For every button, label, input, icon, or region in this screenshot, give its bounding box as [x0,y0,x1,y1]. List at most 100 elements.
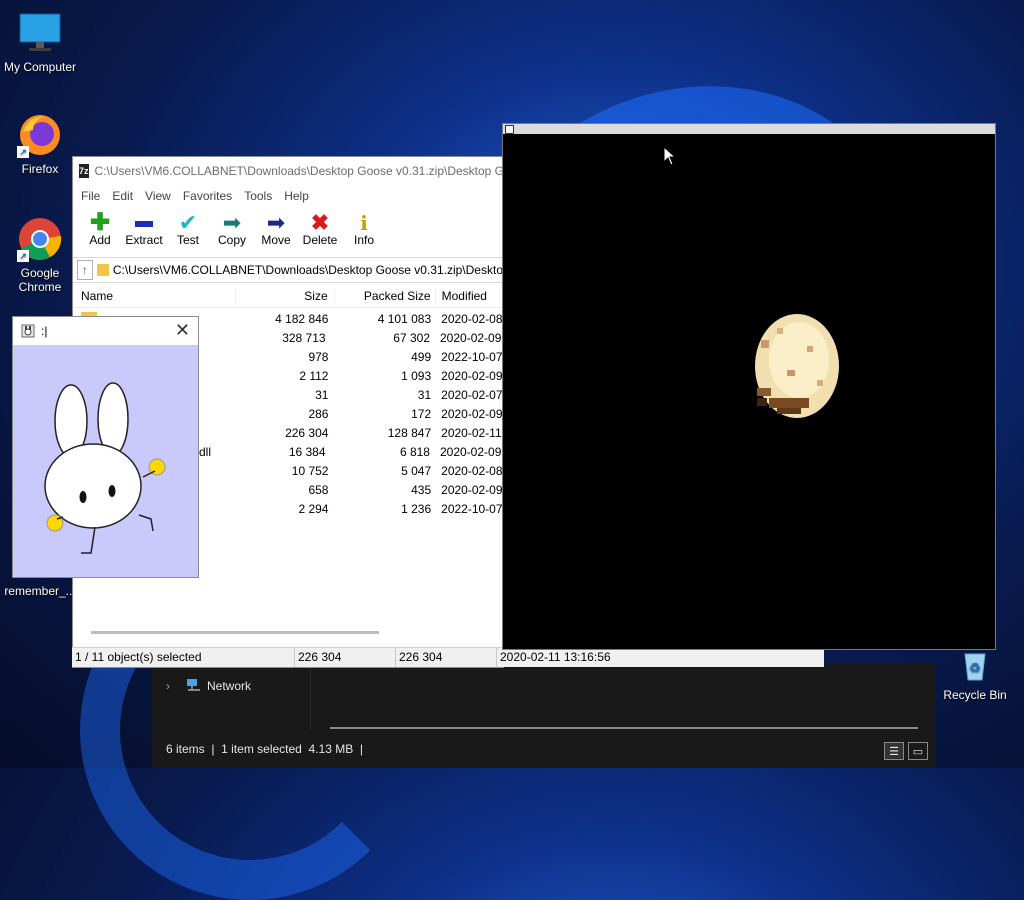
desktop-icon-label: Recycle Bin [943,688,1007,702]
file-size: 226 304 [285,425,329,440]
status-selection: 1 / 11 object(s) selected [72,648,295,667]
path-text: C:\Users\VM6.COLLABNET\Downloads\Desktop… [112,263,503,277]
shortcut-arrow-icon: ↗ [17,250,29,262]
sevenzip-status-bar: 1 / 11 object(s) selected 226 304 226 30… [72,647,824,667]
minus-icon [123,209,165,233]
chrome-icon: ↗ [17,216,63,262]
copy-arrow-icon: ➡ [222,210,242,235]
status-packed: 226 304 [396,648,497,667]
plus-icon: ✚ [89,209,111,236]
file-packed-size: 435 [411,482,432,497]
sevenzip-logo-icon: 7z [79,164,89,178]
menu-favorites[interactable]: Favorites [177,189,238,203]
desktop-icon-label: My Computer [3,60,77,74]
bunny-window[interactable]: :| ✕ [12,316,199,578]
firefox-icon: ↗ [17,112,63,158]
status-size: 226 304 [295,648,396,667]
file-packed-size: 128 847 [387,425,432,440]
bunny-drawing [43,381,173,564]
info-icon: i [360,211,368,235]
file-modified: 2020-02-08 [441,463,503,478]
file-modified: 2020-02-07 [441,387,503,402]
file-packed-size: 5 047 [401,463,432,478]
file-size: 978 [308,349,329,364]
move-button[interactable]: ➡ Move [255,207,297,257]
button-label: Move [261,233,291,247]
toolbar: ✚ Add Extract ✔ Test ➡ Copy ➡ Move ✖ Del… [73,207,503,258]
up-folder-icon[interactable]: ↑ [77,260,93,280]
file-packed-size: 172 [411,406,432,421]
goose-window[interactable] [502,123,996,650]
file-modified: 2020-02-09 [441,482,503,497]
button-label: Extract [125,233,163,247]
menu-bar: File Edit View Favorites Tools Help [73,185,503,207]
desktop-icon-chrome[interactable]: ↗ Google Chrome [0,216,80,294]
bunny-window-title-bar[interactable]: :| ✕ [13,317,198,345]
chevron-right-icon[interactable]: › [166,679,170,693]
nav-item-label: Network [207,679,252,693]
delete-button[interactable]: ✖ Delete [299,207,341,257]
close-icon[interactable]: ✕ [175,321,190,339]
desktop-icon-my-computer[interactable]: My Computer [0,10,80,74]
file-size: 328 713 [282,330,326,345]
pixel-egg-image [747,310,843,425]
button-label: Copy [217,233,246,247]
menu-tools[interactable]: Tools [238,189,278,203]
horizontal-scrollbar[interactable] [91,631,379,634]
x-icon: ✖ [310,210,330,235]
column-size[interactable]: Size [234,289,334,303]
svg-text:♻: ♻ [969,661,981,676]
tiles-view-icon[interactable]: ▭ [908,742,928,760]
menu-edit[interactable]: Edit [106,189,139,203]
column-header: Name Size Packed Size Modified [73,285,503,308]
desktop-icon-label: Google Chrome [18,266,62,294]
file-packed-size: 6 818 [399,444,430,459]
mouse-cursor-icon [663,145,677,169]
button-label: Test [176,233,199,247]
file-modified: 2020-02-11 [441,425,502,440]
file-explorer-window: › Network 6 items | 1 item selected 4.13… [152,664,936,768]
file-modified: 2020-02-09 [441,368,503,383]
view-toggle: ☰ ▭ [884,742,928,760]
test-button[interactable]: ✔ Test [167,207,209,257]
add-button[interactable]: ✚ Add [79,207,121,257]
recycle-bin-icon: ♻ [957,648,993,684]
file-packed-size: 67 302 [393,330,430,345]
file-packed-size: 1 236 [401,501,432,516]
menu-view[interactable]: View [139,189,177,203]
address-bar[interactable]: ↑ C:\Users\VM6.COLLABNET\Downloads\Deskt… [73,258,503,283]
file-size: 10 752 [291,463,329,478]
file-size: 16 384 [288,444,326,459]
info-button[interactable]: i Info [343,207,385,257]
window-menu-icon[interactable] [505,125,514,134]
button-label: Info [353,233,374,247]
column-name[interactable]: Name [73,289,235,303]
pane-divider[interactable] [310,664,311,730]
goose-window-title-bar[interactable] [503,124,995,134]
column-packed-size[interactable]: Packed Size [333,289,435,303]
network-icon [186,678,202,692]
details-view-icon[interactable]: ☰ [884,742,904,760]
status-modified: 2020-02-11 13:16:56 [500,650,611,664]
horizontal-scrollbar[interactable] [330,727,918,729]
nav-item-network[interactable]: › Network [152,674,310,700]
desktop-icon-remember[interactable]: remember_... [0,584,80,598]
copy-button[interactable]: ➡ Copy [211,207,253,257]
extract-button[interactable]: Extract [123,207,165,257]
desktop-icon-label: remember_... [4,584,76,598]
explorer-status-bar: 6 items | 1 item selected 4.13 MB | [166,742,363,756]
desktop-icon-firefox[interactable]: ↗ Firefox [0,112,80,176]
file-size: 286 [308,406,329,421]
button-label: Add [89,233,111,247]
menu-file[interactable]: File [75,189,106,203]
file-packed-size: 1 093 [401,368,432,383]
sevenzip-title-bar[interactable]: 7z C:\Users\VM6.COLLABNET\Downloads\Desk… [73,157,503,185]
desktop-icon-recycle-bin[interactable]: ♻ Recycle Bin [935,648,1015,702]
column-modified[interactable]: Modified [434,289,503,303]
menu-help[interactable]: Help [278,189,315,203]
file-size: 2 112 [299,368,329,383]
desktop-icon-label: Firefox [21,162,59,176]
file-modified: 2020-02-09 [439,444,502,459]
check-icon: ✔ [178,210,198,235]
window-title: C:\Users\VM6.COLLABNET\Downloads\Desktop… [94,164,503,178]
